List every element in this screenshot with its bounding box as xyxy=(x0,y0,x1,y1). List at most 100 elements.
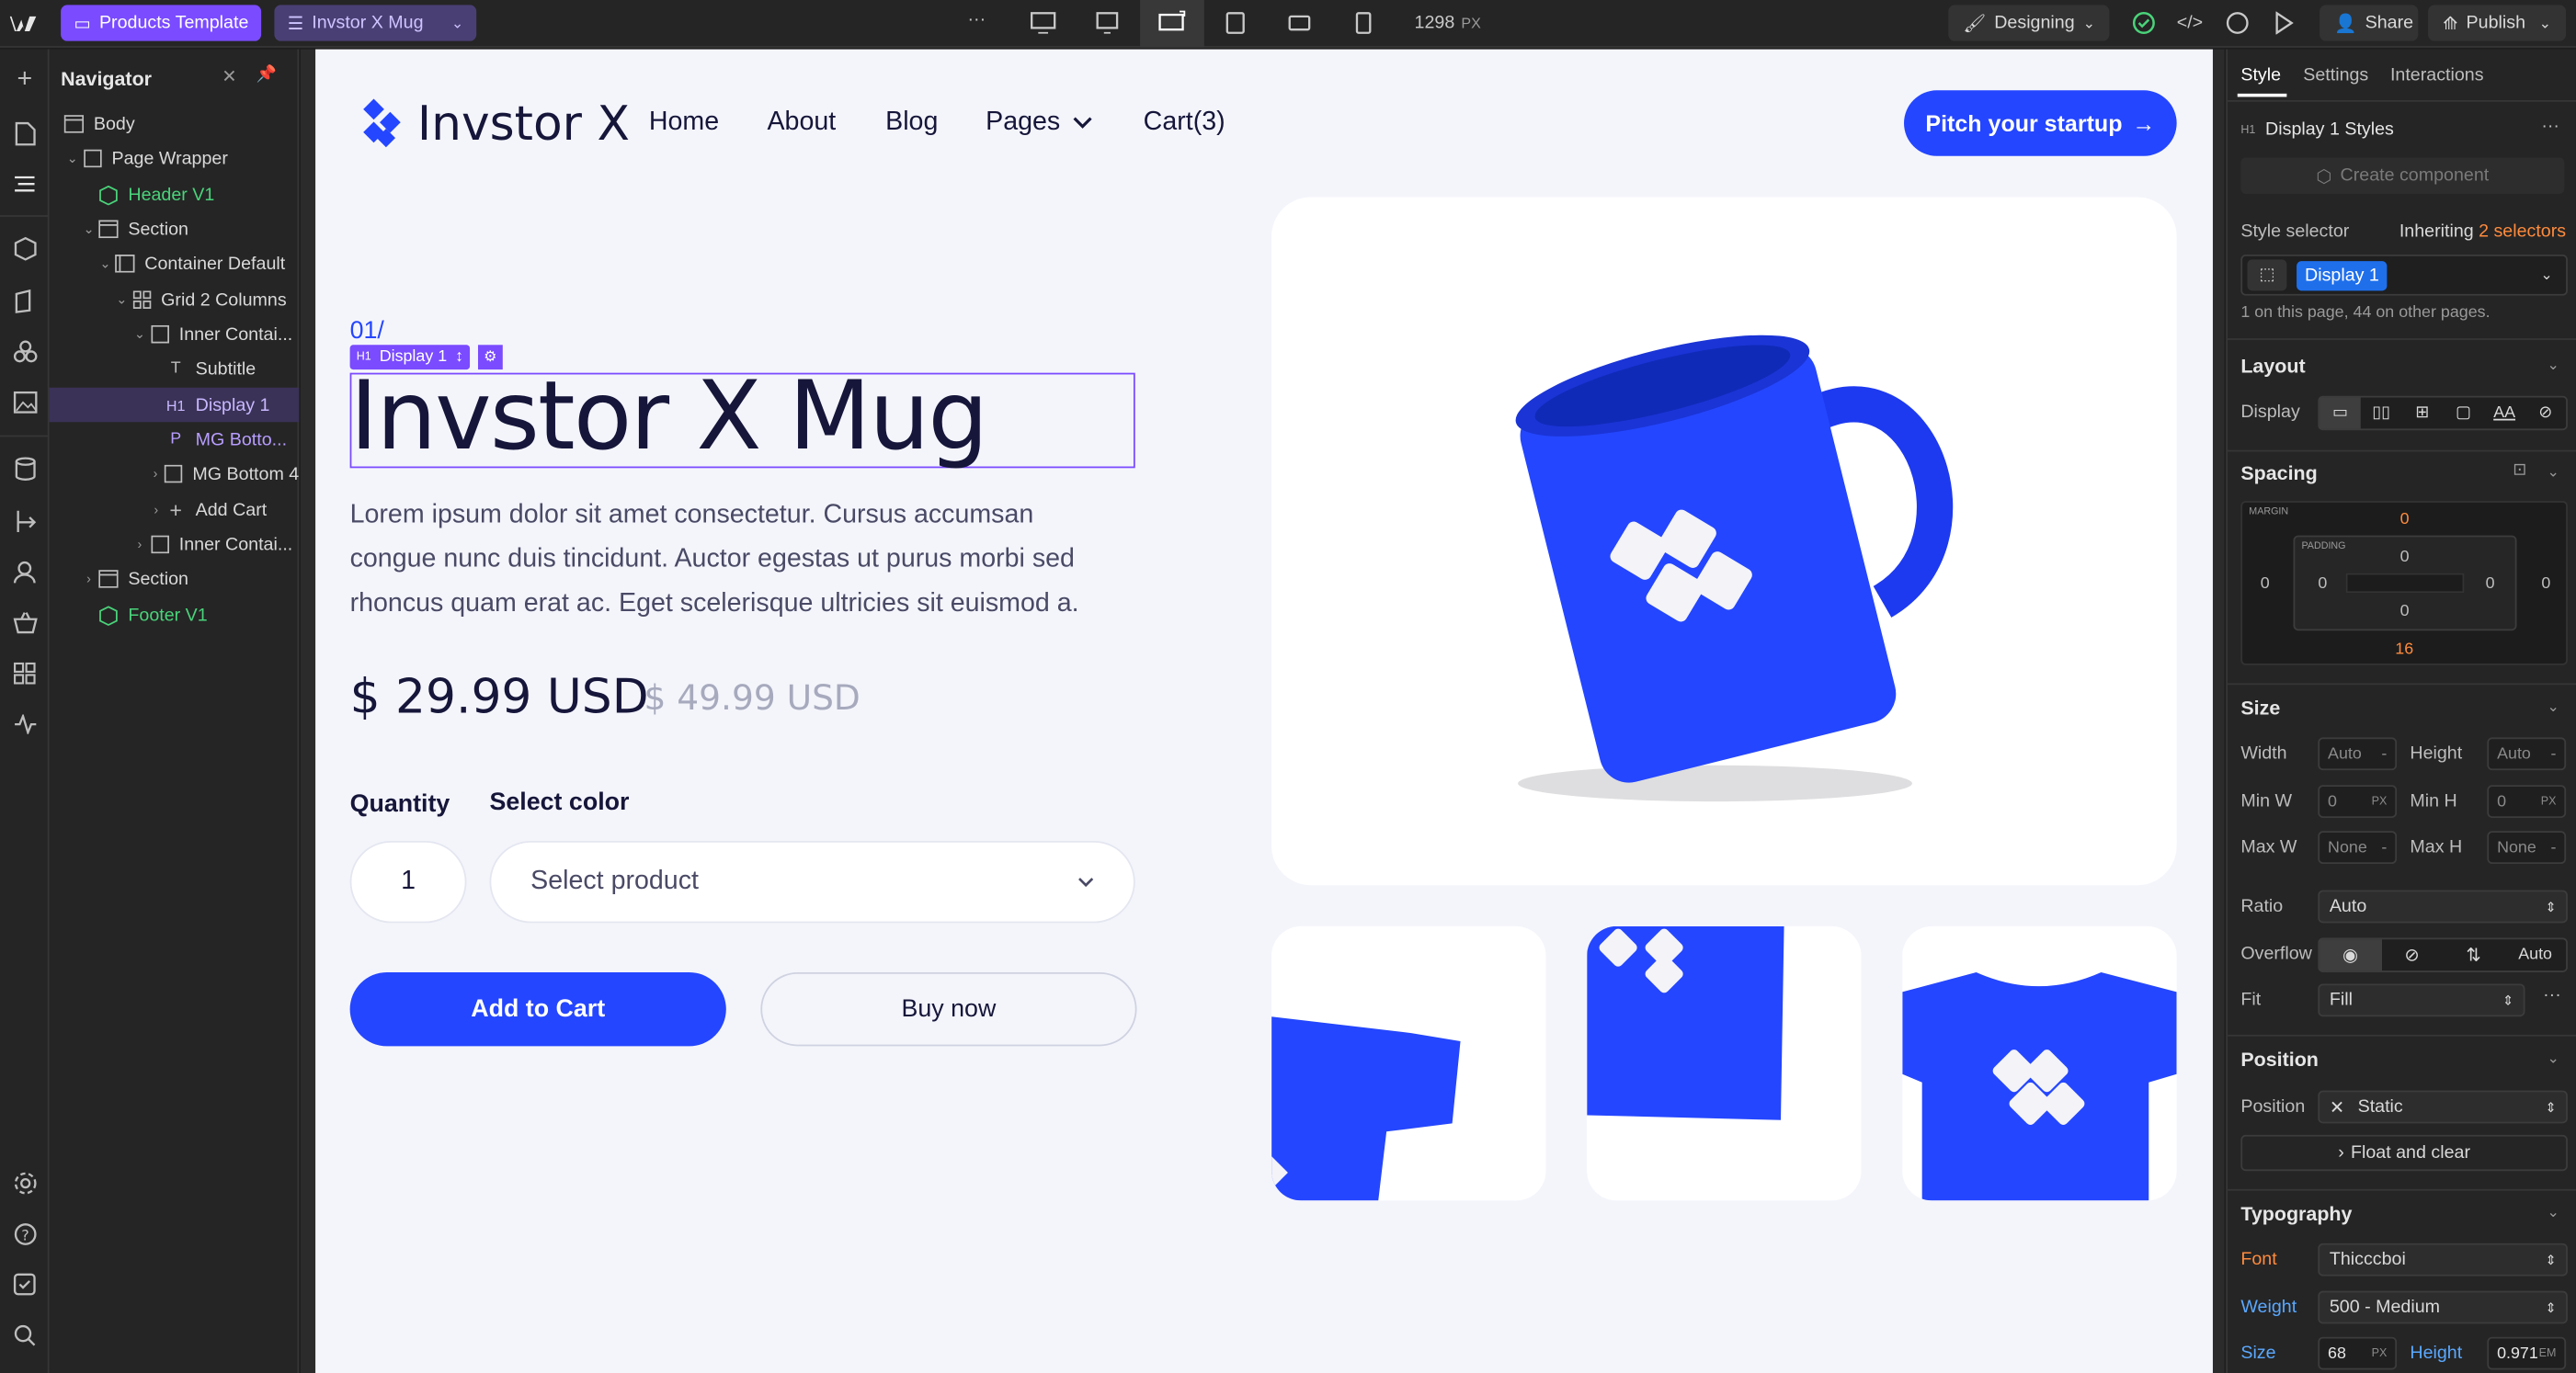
tab-style[interactable]: Style xyxy=(2240,65,2281,85)
style-selector-field[interactable]: ⬚ Display 1 ⌄ xyxy=(2240,255,2568,296)
max-width-input[interactable]: None - xyxy=(2318,831,2398,865)
tree-item-section-2[interactable]: › Section xyxy=(50,562,300,596)
desktop-large-icon[interactable] xyxy=(1029,8,1058,38)
navigator-icon[interactable] xyxy=(10,169,40,199)
tree-item-mg-bottom[interactable]: P MG Botto... xyxy=(50,422,300,457)
brand-name[interactable]: Invstor X xyxy=(417,96,630,152)
database-icon[interactable] xyxy=(10,453,40,482)
mobile-landscape-icon[interactable] xyxy=(1284,8,1314,38)
create-component-button[interactable]: ⬡ Create component xyxy=(2240,157,2565,194)
mode-dropdown[interactable]: 🖌 Designing ⌄ xyxy=(1948,5,2110,41)
breakpoint-base-active[interactable] xyxy=(1140,0,1204,48)
tree-item-mg-bottom-4[interactable]: › MG Bottom 4 xyxy=(50,457,300,492)
tree-item-display-1[interactable]: H1 Display 1 xyxy=(49,387,300,423)
overflow-scroll-icon[interactable]: ⇅ xyxy=(2443,939,2504,970)
ecommerce-icon[interactable] xyxy=(10,607,40,637)
more-options-icon[interactable]: ··· xyxy=(2543,985,2561,1004)
assets-icon[interactable] xyxy=(10,388,40,417)
pages-icon[interactable] xyxy=(10,119,40,148)
tree-item-header-v1[interactable]: Header V1 xyxy=(50,177,300,212)
selector-state-icon[interactable]: ⬚ xyxy=(2247,259,2287,291)
padding-top-value[interactable]: 0 xyxy=(2400,549,2410,567)
tree-item-page-wrapper[interactable]: ⌄ Page Wrapper xyxy=(50,142,300,176)
min-height-input[interactable]: 0 PX xyxy=(2487,785,2567,818)
add-to-cart-button[interactable]: Add to Cart xyxy=(349,971,726,1047)
help-icon[interactable]: ? xyxy=(10,1219,40,1248)
thumbnail-3[interactable] xyxy=(1902,925,2177,1201)
tree-item-subtitle[interactable]: T Subtitle xyxy=(50,351,300,386)
page-template-pill[interactable]: ▭ Products Template xyxy=(61,5,262,41)
nav-cart[interactable]: Cart(3) xyxy=(1144,108,1225,138)
overflow-visible-eye-icon[interactable]: ◉ xyxy=(2320,939,2382,971)
audit-check-icon[interactable] xyxy=(10,1269,40,1299)
collection-item-pill[interactable]: ☰ Invstor X Mug ⌄ xyxy=(274,5,477,41)
logic-icon[interactable] xyxy=(10,505,40,535)
line-height-input[interactable]: 0.971 EM xyxy=(2487,1336,2567,1370)
chevron-down-icon[interactable]: ⌄ xyxy=(2548,1050,2559,1068)
comment-icon[interactable] xyxy=(2223,8,2252,38)
tab-settings[interactable]: Settings xyxy=(2303,65,2368,85)
mobile-portrait-icon[interactable] xyxy=(1349,8,1378,38)
components-icon[interactable] xyxy=(10,233,40,263)
chevron-down-icon[interactable]: ⌄ xyxy=(2548,1204,2559,1222)
publish-button[interactable]: ⟰ Publish ⌄ xyxy=(2428,5,2567,41)
pin-icon[interactable]: 📌 xyxy=(256,65,277,84)
variables-icon[interactable] xyxy=(10,336,40,366)
desktop-icon[interactable] xyxy=(1092,8,1122,38)
tree-item-section[interactable]: ⌄ Section xyxy=(50,212,300,247)
padding-right-value[interactable]: 0 xyxy=(2486,574,2495,593)
more-options-icon[interactable]: ··· xyxy=(2541,117,2559,136)
cms-icon[interactable] xyxy=(10,286,40,315)
overflow-auto-option[interactable]: Auto xyxy=(2504,939,2566,970)
tree-item-inner-container-2[interactable]: › Inner Contai... xyxy=(50,528,300,562)
pitch-startup-button[interactable]: Pitch your startup → xyxy=(1904,90,2177,156)
nav-pages-dropdown[interactable]: Pages xyxy=(986,108,1093,138)
nav-about[interactable]: About xyxy=(767,108,836,138)
check-status-icon[interactable] xyxy=(2129,8,2159,38)
typography-section-title[interactable]: Typography xyxy=(2240,1202,2352,1225)
analytics-icon[interactable] xyxy=(10,709,40,739)
font-size-input[interactable]: 68 PX xyxy=(2318,1336,2398,1370)
display-block-icon[interactable]: ▭ xyxy=(2320,397,2361,429)
margin-bottom-value[interactable]: 16 xyxy=(2395,641,2413,659)
display-grid-icon[interactable]: ⊞ xyxy=(2401,397,2443,428)
apps-icon[interactable] xyxy=(10,659,40,688)
quantity-input[interactable]: 1 xyxy=(349,840,467,924)
ratio-select[interactable]: Auto ⇕ xyxy=(2318,890,2568,924)
chevron-down-icon[interactable]: ⌄ xyxy=(2548,357,2559,375)
selector-chip[interactable]: Display 1 xyxy=(2297,260,2388,290)
tree-item-container-default[interactable]: ⌄ Container Default xyxy=(50,246,300,281)
fit-select[interactable]: Fill ⇕ xyxy=(2318,983,2525,1017)
position-select[interactable]: ✕ Static ⇕ xyxy=(2318,1090,2568,1124)
share-button[interactable]: 👤 Share xyxy=(2320,5,2419,41)
height-input[interactable]: Auto - xyxy=(2487,737,2567,771)
code-icon[interactable]: </> xyxy=(2175,8,2205,38)
margin-top-value[interactable]: 0 xyxy=(2400,511,2410,529)
tree-item-body[interactable]: Body xyxy=(50,107,300,142)
spacing-section-title[interactable]: Spacing xyxy=(2240,461,2317,484)
tablet-icon[interactable] xyxy=(1221,8,1250,38)
inheriting-info[interactable]: Inheriting 2 selectors xyxy=(2399,221,2566,241)
settings-gear-icon[interactable] xyxy=(10,1168,40,1197)
min-width-input[interactable]: 0 PX xyxy=(2318,785,2398,818)
layout-section-title[interactable]: Layout xyxy=(2240,355,2305,378)
more-menu[interactable]: ··· xyxy=(967,10,986,29)
brand-logo-icon[interactable] xyxy=(359,98,405,153)
product-main-image[interactable] xyxy=(1271,197,2177,886)
font-select[interactable]: Thicccboi ⇕ xyxy=(2318,1243,2568,1277)
tree-item-inner-container[interactable]: ⌄ Inner Contai... xyxy=(50,317,300,352)
search-icon[interactable] xyxy=(10,1321,40,1350)
chevron-down-icon[interactable]: ⌄ xyxy=(2548,698,2559,717)
margin-right-value[interactable]: 0 xyxy=(2541,574,2550,593)
nav-blog[interactable]: Blog xyxy=(885,108,938,138)
product-title[interactable]: Invstor X Mug xyxy=(350,365,989,467)
thumbnail-1[interactable] xyxy=(1271,925,1546,1201)
add-icon[interactable]: + xyxy=(10,65,40,95)
preview-play-icon[interactable] xyxy=(2269,8,2298,38)
display-inline-block-icon[interactable]: ▢ xyxy=(2443,397,2484,428)
users-icon[interactable] xyxy=(10,557,40,586)
padding-bottom-value[interactable]: 0 xyxy=(2400,603,2410,621)
overflow-hidden-eye-icon[interactable]: ⊘ xyxy=(2381,939,2443,970)
size-section-title[interactable]: Size xyxy=(2240,697,2280,720)
margin-left-value[interactable]: 0 xyxy=(2261,574,2270,593)
